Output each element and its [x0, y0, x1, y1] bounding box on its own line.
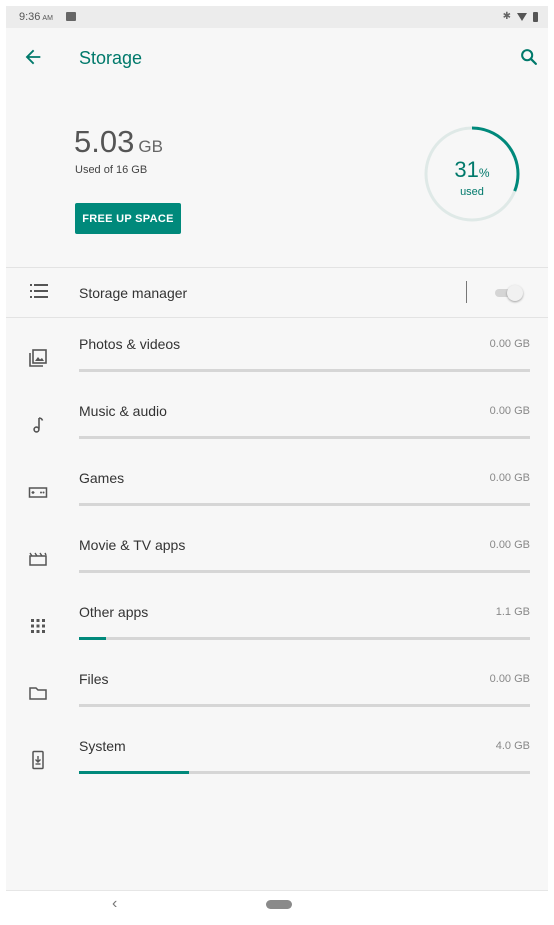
category-label: Photos & videos [79, 336, 181, 352]
photos-icon [29, 349, 47, 367]
used-unit: GB [138, 137, 163, 156]
category-size: 0.00 GB [489, 673, 530, 685]
folder-icon [29, 687, 47, 700]
notification-icon [66, 12, 76, 21]
category-usage-fill [79, 637, 107, 640]
category-usage-bar [79, 436, 530, 439]
used-value: 5.03 [74, 124, 135, 159]
free-up-space-button[interactable]: FREE UP SPACE [75, 203, 181, 234]
status-time: 9:36 AM [19, 11, 53, 23]
category-size: 0.00 GB [489, 539, 530, 551]
category-other-apps[interactable]: Other apps 1.1 GB [6, 594, 548, 660]
movie-icon [29, 552, 47, 566]
usage-percent-text: 31% used [422, 124, 522, 224]
category-size: 0.00 GB [489, 405, 530, 417]
navigation-bar: ‹ [6, 890, 548, 919]
category-usage-fill [79, 771, 190, 774]
category-size: 0.00 GB [489, 472, 530, 484]
category-usage-bar [79, 771, 530, 774]
storage-manager-label: Storage manager [79, 285, 188, 301]
storage-summary: 5.03 GB Used of 16 GB FREE UP SPACE 31% u… [6, 88, 548, 266]
category-size: 0.00 GB [489, 338, 530, 350]
page-title: Storage [79, 48, 143, 68]
category-label: Files [79, 671, 109, 687]
storage-manager-toggle[interactable] [495, 285, 523, 301]
storage-manager-row[interactable]: Storage manager [6, 268, 548, 316]
category-usage-bar [79, 503, 530, 506]
category-label: Music & audio [79, 403, 167, 419]
category-label: Other apps [79, 604, 149, 620]
status-bar: 9:36 AM ✱ [6, 6, 548, 28]
usage-label: used [460, 186, 484, 198]
category-label: Games [79, 470, 125, 486]
category-games[interactable]: Games 0.00 GB [6, 460, 548, 526]
category-size: 1.1 GB [495, 606, 530, 618]
battery-icon [533, 11, 538, 22]
usage-percent: 31% [454, 157, 490, 182]
category-label: System [79, 738, 126, 754]
nav-home-button[interactable] [266, 900, 292, 909]
category-usage-bar [79, 369, 530, 372]
category-movie-tv-apps[interactable]: Movie & TV apps 0.00 GB [6, 527, 548, 593]
storage-screen: 9:36 AM ✱ Storage 5.03 GB Used of 16 GB FR… [6, 6, 548, 919]
search-icon[interactable] [518, 46, 540, 68]
bluetooth-icon: ✱ [502, 11, 511, 22]
status-icons: ✱ [503, 11, 538, 22]
apps-grid-icon [31, 619, 45, 633]
used-of-total: Used of 16 GB [75, 164, 148, 176]
category-photos-videos[interactable]: Photos & videos 0.00 GB [6, 326, 548, 392]
divider [6, 317, 548, 318]
list-icon [30, 284, 48, 298]
gamepad-icon [28, 487, 48, 498]
vertical-divider [466, 281, 467, 303]
category-music-audio[interactable]: Music & audio 0.00 GB [6, 393, 548, 459]
system-update-icon [32, 750, 44, 770]
category-usage-bar [79, 570, 530, 573]
category-system[interactable]: System 4.0 GB [6, 728, 548, 794]
category-files[interactable]: Files 0.00 GB [6, 661, 548, 727]
category-label: Movie & TV apps [79, 537, 186, 553]
app-bar: Storage [6, 28, 548, 88]
used-amount: 5.03 GB [74, 124, 163, 160]
nav-back-button[interactable]: ‹ [112, 895, 117, 913]
category-usage-bar [79, 704, 530, 707]
category-size: 4.0 GB [495, 740, 530, 752]
arrow-back-icon[interactable] [22, 46, 44, 68]
music-note-icon [33, 417, 44, 433]
toggle-thumb [507, 285, 523, 301]
category-usage-bar [79, 637, 530, 640]
wifi-icon [517, 12, 527, 21]
